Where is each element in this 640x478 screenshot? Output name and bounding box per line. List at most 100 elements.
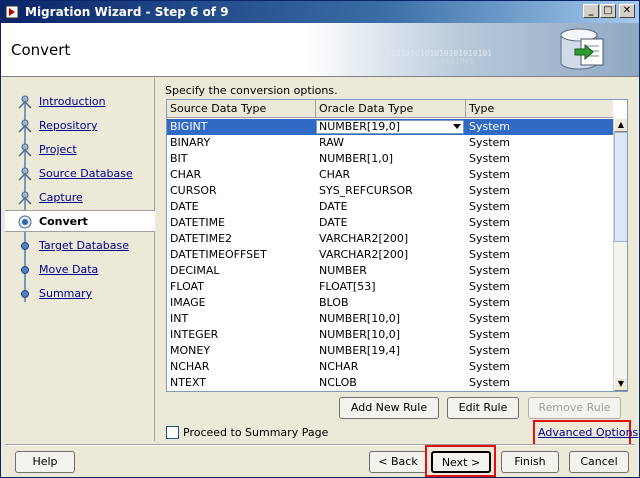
table-row[interactable]: BIGINT NUMBER[19,0] System [167,119,613,135]
title-bar: Migration Wizard - Step 6 of 9 _ □ ✕ [1,1,639,23]
cell-source: BIGINT [170,120,208,133]
table-row[interactable]: NCHAR NCHAR System [167,359,613,375]
cell-oracle: RAW [319,136,344,149]
table-row[interactable]: BINARY RAW System [167,135,613,151]
oracle-type-dropdown[interactable]: NUMBER[19,0] [316,120,464,134]
table-row[interactable]: NTEXT NCLOB System [167,375,613,391]
scrollbar-thumb[interactable] [614,132,627,242]
next-label: Next > [441,456,481,469]
table-row[interactable]: DATETIMEOFFSET VARCHAR2[200] System [167,247,613,263]
advanced-options-link[interactable]: Advanced Options [538,426,638,439]
cell-oracle: VARCHAR2[200] [319,248,409,261]
cell-source: CHAR [170,168,202,181]
table-row[interactable]: CURSOR SYS_REFCURSOR System [167,183,613,199]
next-button[interactable]: Next > [431,451,491,473]
table-row[interactable]: INTEGER NUMBER[10,0] System [167,327,613,343]
instructions-text: Specify the conversion options. [165,84,338,97]
cell-source: DECIMAL [170,264,220,277]
cell-source: BIT [170,152,188,165]
main-content: Specify the conversion options. Source D… [165,83,638,446]
cell-oracle: SYS_REFCURSOR [319,184,413,197]
help-button[interactable]: Help [15,451,75,473]
step-repository[interactable]: Repository [5,115,155,137]
table-row[interactable]: FLOAT FLOAT[53] System [167,279,613,295]
step-pending-icon [21,290,29,298]
cell-source: DATETIME [170,216,226,229]
step-target-database[interactable]: Target Database [5,235,155,257]
cell-source: INT [170,312,189,325]
cell-type: System [469,248,511,261]
table-frame: Source Data Type Oracle Data Type Type B… [166,99,628,392]
step-introduction[interactable]: Introduction [5,91,155,113]
step-pending-icon [21,242,29,250]
step-capture[interactable]: Capture [5,187,155,209]
wizard-steps-panel: Introduction Repository Project Source D… [5,78,155,441]
finish-label: Finish [514,455,546,468]
app-icon [5,5,19,19]
step-source-database[interactable]: Source Database [5,163,155,185]
step-done-icon [18,143,32,157]
cell-oracle: NUMBER[19,4] [319,344,400,357]
proceed-to-summary-label[interactable]: Proceed to Summary Page [183,426,328,439]
add-new-rule-button[interactable]: Add New Rule [339,397,439,419]
cell-type: System [469,360,511,373]
table-row[interactable]: CHAR CHAR System [167,167,613,183]
cell-oracle: DATE [319,200,348,213]
step-move-data[interactable]: Move Data [5,259,155,281]
dropdown-value: NUMBER[19,0] [319,120,400,133]
proceed-to-summary-checkbox[interactable] [166,426,179,439]
cell-oracle: NCLOB [319,376,357,389]
table-row[interactable]: MONEY NUMBER[19,4] System [167,343,613,359]
cell-oracle: DATE [319,216,348,229]
cell-type: System [469,168,511,181]
step-convert[interactable]: Convert [5,210,155,232]
cell-source: CURSOR [170,184,217,197]
step-summary[interactable]: Summary [5,283,155,305]
cell-oracle: FLOAT[53] [319,280,376,293]
cancel-button[interactable]: Cancel [569,451,629,473]
table-row[interactable]: DECIMAL NUMBER System [167,263,613,279]
table-row[interactable]: DATETIME2 VARCHAR2[200] System [167,231,613,247]
finish-button[interactable]: Finish [501,451,559,473]
cell-type: System [469,280,511,293]
scroll-up-arrow-icon[interactable]: ▲ [614,118,627,132]
step-pending-icon [21,266,29,274]
step-done-icon [18,167,32,181]
edit-rule-button[interactable]: Edit Rule [447,397,519,419]
cell-source: DATETIMEOFFSET [170,248,267,261]
table-row[interactable]: IMAGE BLOB System [167,295,613,311]
cell-oracle: NUMBER [319,264,367,277]
scroll-down-arrow-icon[interactable]: ▼ [614,377,627,391]
cell-oracle: BLOB [319,296,349,309]
close-button[interactable]: ✕ [619,4,635,18]
cell-oracle: NUMBER[10,0] [319,328,400,341]
cell-type: System [469,200,511,213]
migration-wizard-window: Migration Wizard - Step 6 of 9 _ □ ✕ Con… [0,0,640,478]
cell-source: NTEXT [170,376,206,389]
cell-source: FLOAT [170,280,204,293]
step-label: Summary [39,287,93,300]
column-header-type[interactable]: Type [466,100,613,118]
cell-type: System [469,376,511,389]
table-row[interactable]: INT NUMBER[10,0] System [167,311,613,327]
minimize-button[interactable]: _ [583,4,599,18]
cell-source: NCHAR [170,360,210,373]
cell-type: System [469,232,511,245]
chevron-down-icon[interactable] [453,124,461,129]
table-row[interactable]: BIT NUMBER[1,0] System [167,151,613,167]
step-project[interactable]: Project [5,139,155,161]
step-label: Convert [39,215,88,228]
cell-type: System [469,216,511,229]
cell-type: System [469,344,511,357]
back-button[interactable]: < Back [369,451,427,473]
step-done-icon [18,191,32,205]
table-row[interactable]: DATE DATE System [167,199,613,215]
cell-oracle: VARCHAR2[200] [319,232,409,245]
table-row[interactable]: DATETIME DATE System [167,215,613,231]
column-header-oracle-type[interactable]: Oracle Data Type [316,100,466,118]
edit-rule-label: Edit Rule [458,401,508,414]
vertical-scrollbar[interactable]: ▲ ▼ [613,118,627,391]
maximize-button[interactable]: □ [600,4,616,18]
remove-rule-button[interactable]: Remove Rule [528,397,621,419]
column-header-source-type[interactable]: Source Data Type [167,100,316,118]
